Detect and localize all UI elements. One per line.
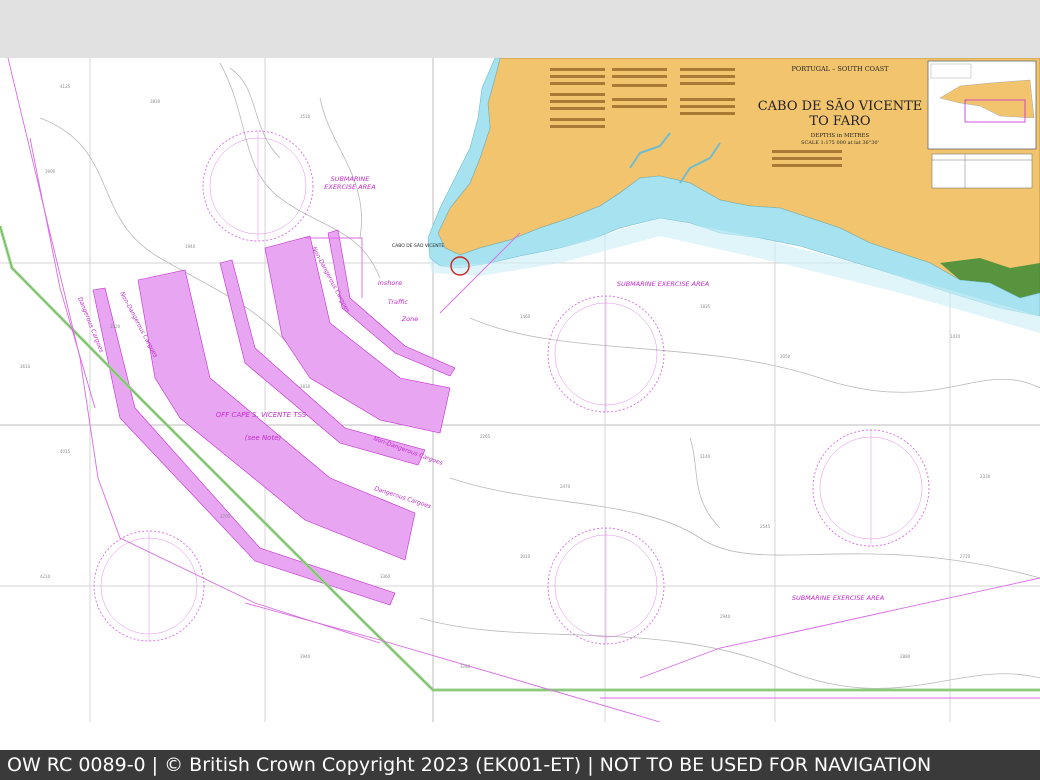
compass-rose-1 (202, 130, 314, 242)
svg-text:1835: 1835 (700, 304, 711, 309)
svg-text:2880: 2880 (900, 654, 911, 659)
zone-label: Zone (401, 315, 419, 323)
chart-bottom-margin (0, 722, 1040, 750)
cape-label: CABO DE SÃO VICENTE (392, 242, 444, 249)
tss-name-label: OFF CAPE S. VICENTE TSS (216, 411, 307, 419)
svg-text:3940: 3940 (300, 654, 311, 659)
depths-label: DEPTHS in METRES (811, 133, 870, 139)
svg-text:2830: 2830 (300, 384, 311, 389)
svg-text:3010: 3010 (520, 554, 531, 559)
submarine-area-label-3: SUBMARINE EXERCISE AREA (792, 594, 884, 602)
svg-text:4210: 4210 (40, 574, 51, 579)
region-label: PORTUGAL – SOUTH COAST (792, 65, 890, 73)
svg-text:2140: 2140 (700, 454, 711, 459)
copyright-footer: OW RC 0089-0 | © British Crown Copyright… (0, 750, 1040, 780)
svg-text:2330: 2330 (980, 474, 991, 479)
svg-text:1420: 1420 (950, 334, 961, 339)
traffic-label: Traffic (388, 298, 409, 306)
svg-text:2470: 2470 (560, 484, 571, 489)
svg-text:1940: 1940 (185, 244, 196, 249)
svg-text:3280: 3280 (460, 664, 471, 669)
compass-rose-2 (547, 295, 665, 413)
svg-text:4125: 4125 (60, 84, 71, 89)
top-bar (0, 0, 1040, 58)
nautical-chart[interactable]: PORTUGAL – SOUTH COAST CABO DE SÃO VICEN… (0, 58, 1040, 722)
chart-title-line1: CABO DE SÃO VICENTE (758, 98, 923, 114)
svg-text:4015: 4015 (60, 449, 71, 454)
svg-text:3705: 3705 (220, 514, 231, 519)
tide-table (931, 153, 1033, 189)
svg-text:1460: 1460 (520, 314, 531, 319)
svg-text:2510: 2510 (300, 114, 311, 119)
compass-rose-3 (812, 429, 930, 547)
svg-text:3830: 3830 (150, 99, 161, 104)
svg-text:3520: 3520 (110, 324, 121, 329)
scale-label: SCALE 1:175 000 at lat 36°30' (801, 140, 879, 146)
submarine-area-label-1: SUBMARINE EXERCISE AREA (324, 175, 375, 191)
chart-title-line2: TO FARO (809, 114, 870, 129)
svg-text:2940: 2940 (720, 614, 731, 619)
svg-text:2050: 2050 (780, 354, 791, 359)
tss-note-label: (see Note) (245, 434, 282, 442)
chart-viewer: PORTUGAL – SOUTH COAST CABO DE SÃO VICEN… (0, 0, 1040, 780)
svg-text:2545: 2545 (760, 524, 771, 529)
svg-text:2265: 2265 (480, 434, 491, 439)
inset-map (927, 60, 1037, 150)
submarine-area-label-2: SUBMARINE EXERCISE AREA (617, 280, 709, 288)
svg-text:2710: 2710 (960, 554, 971, 559)
svg-text:3900: 3900 (45, 169, 56, 174)
svg-text:3610: 3610 (20, 364, 31, 369)
svg-text:3360: 3360 (380, 574, 391, 579)
inshore-label: Inshore (378, 279, 402, 287)
